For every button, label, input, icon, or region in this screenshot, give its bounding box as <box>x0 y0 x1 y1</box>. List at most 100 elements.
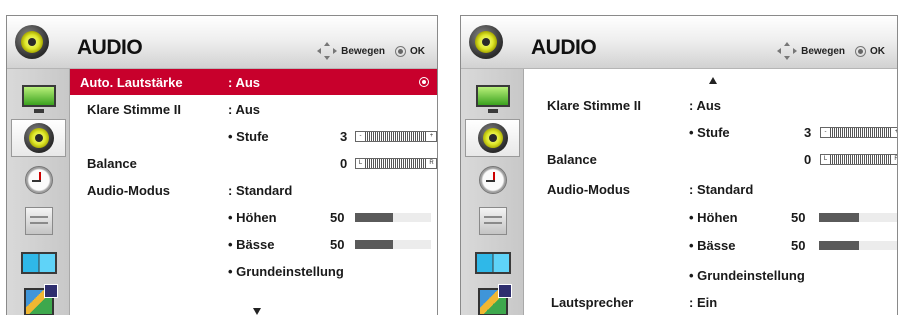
speaker-value: : Ein <box>689 295 718 310</box>
clock-icon <box>24 166 53 194</box>
case-icon <box>24 207 53 235</box>
sidebar-item-audio[interactable] <box>11 119 66 157</box>
menu-row-level[interactable]: • Stufe 3 - + <box>524 119 897 145</box>
arrow-keys-icon <box>317 42 338 60</box>
sidebar-item-screen[interactable] <box>11 244 66 282</box>
clear-voice-label: Klare Stimme II <box>87 102 181 117</box>
treble-level-fill <box>355 213 393 222</box>
reset-label: • Grundeinstellung <box>689 268 805 283</box>
treble-value: 50 <box>330 210 345 225</box>
photo-icon <box>23 284 58 315</box>
treble-level-bar[interactable] <box>819 213 897 222</box>
slider-left-label: L <box>821 155 830 164</box>
audio-mode-value: : Standard <box>689 182 754 197</box>
scroll-down-icon[interactable] <box>253 308 261 315</box>
photo-icon <box>477 284 512 315</box>
bass-level-fill <box>355 240 393 249</box>
bass-level-bar[interactable] <box>819 241 897 250</box>
treble-value: 50 <box>791 210 806 225</box>
bass-level-fill <box>819 241 859 250</box>
speaker-icon <box>23 123 54 153</box>
menu-content: Klare Stimme II : Aus • Stufe 3 - + Bala… <box>524 69 897 315</box>
menu-row-audio-mode[interactable]: Audio-Modus : Standard <box>524 176 897 202</box>
slider-max-label: + <box>892 128 897 137</box>
move-hint-label: Bewegen <box>341 45 385 57</box>
audio-mode-label: Audio-Modus <box>87 183 171 198</box>
move-hint-label: Bewegen <box>801 45 845 57</box>
slider-max-label: + <box>427 132 436 141</box>
menu-row-speaker[interactable]: Lautsprecher : Ein <box>524 289 897 315</box>
sidebar-item-audio[interactable] <box>465 119 520 157</box>
monitor-icon <box>475 85 510 113</box>
speaker-icon <box>469 25 503 59</box>
slider-min-label: - <box>821 128 830 137</box>
balance-label: Balance <box>87 156 137 171</box>
clear-voice-label: Klare Stimme II <box>547 98 641 113</box>
sidebar-item-time[interactable] <box>11 161 66 199</box>
sidebar-item-photo[interactable] <box>465 283 520 315</box>
scroll-up-icon[interactable] <box>709 77 717 84</box>
auto-volume-value: : Aus <box>228 75 261 90</box>
ok-hint-label: OK <box>410 45 425 57</box>
sidebar-item-options[interactable] <box>465 202 520 240</box>
level-value: 3 <box>804 125 812 140</box>
selected-indicator-icon <box>419 77 429 87</box>
clear-voice-value: : Aus <box>689 98 722 113</box>
menu-row-balance[interactable]: Balance 0 L R <box>70 150 437 176</box>
balance-value: 0 <box>804 152 812 167</box>
level-slider[interactable]: - + <box>820 127 897 138</box>
level-label: • Stufe <box>228 129 269 144</box>
sidebar-item-options[interactable] <box>11 202 66 240</box>
menu-content: Auto. Lautstärke : Aus Klare Stimme II :… <box>70 69 437 315</box>
balance-label: Balance <box>547 152 597 167</box>
level-slider[interactable]: - + <box>355 131 437 142</box>
treble-level-bar[interactable] <box>355 213 431 222</box>
sidebar-item-picture[interactable] <box>465 77 520 115</box>
reset-label: • Grundeinstellung <box>228 264 344 279</box>
speaker-icon <box>15 25 49 59</box>
menu-title: AUDIO <box>531 36 597 59</box>
treble-label: • Höhen <box>689 210 738 225</box>
speaker-icon <box>477 123 508 153</box>
slider-min-label: - <box>356 132 365 141</box>
bass-level-bar[interactable] <box>355 240 431 249</box>
menu-row-auto-volume[interactable]: Auto. Lautstärke : Aus <box>70 69 437 95</box>
menu-row-bass[interactable]: • Bässe 50 <box>524 232 897 258</box>
menu-row-balance[interactable]: Balance 0 L R <box>524 146 897 172</box>
sidebar-item-photo[interactable] <box>11 283 66 315</box>
ok-button-icon <box>855 45 866 57</box>
menu-row-bass[interactable]: • Bässe 50 <box>70 231 437 257</box>
ok-hint-label: OK <box>870 45 885 57</box>
level-label: • Stufe <box>689 125 730 140</box>
level-value: 3 <box>340 129 348 144</box>
menu-row-level[interactable]: • Stufe 3 - + <box>70 123 437 149</box>
menu-row-treble[interactable]: • Höhen 50 <box>70 204 437 230</box>
audio-mode-value: : Standard <box>228 183 293 198</box>
sidebar-item-screen[interactable] <box>465 244 520 282</box>
menu-row-treble[interactable]: • Höhen 50 <box>524 204 897 230</box>
screens-icon <box>20 252 57 274</box>
balance-slider[interactable]: L R <box>820 154 897 165</box>
arrow-keys-icon <box>777 42 798 60</box>
audio-menu-panel-right: AUDIO Bewegen OK Klare Stimme II : Aus •… <box>460 15 898 315</box>
speaker-label: Lautsprecher <box>551 295 634 310</box>
menu-row-clear-voice[interactable]: Klare Stimme II : Aus <box>524 92 897 118</box>
nav-hint: Bewegen OK <box>777 42 885 60</box>
screens-icon <box>474 252 511 274</box>
menu-header: AUDIO Bewegen OK <box>7 16 437 69</box>
auto-volume-label: Auto. Lautstärke <box>80 75 183 90</box>
sidebar-item-time[interactable] <box>465 161 520 199</box>
menu-row-reset[interactable]: • Grundeinstellung <box>70 258 437 284</box>
bass-value: 50 <box>330 237 345 252</box>
menu-row-audio-mode[interactable]: Audio-Modus : Standard <box>70 177 437 203</box>
slider-left-label: L <box>356 159 365 168</box>
clock-icon <box>478 166 507 194</box>
ok-button-icon <box>395 45 406 57</box>
menu-row-reset[interactable]: • Grundeinstellung <box>524 262 897 288</box>
bass-label: • Bässe <box>689 238 736 253</box>
menu-row-clear-voice[interactable]: Klare Stimme II : Aus <box>70 96 437 122</box>
treble-level-fill <box>819 213 859 222</box>
audio-mode-label: Audio-Modus <box>547 182 631 197</box>
sidebar-item-picture[interactable] <box>11 77 66 115</box>
balance-slider[interactable]: L R <box>355 158 437 169</box>
